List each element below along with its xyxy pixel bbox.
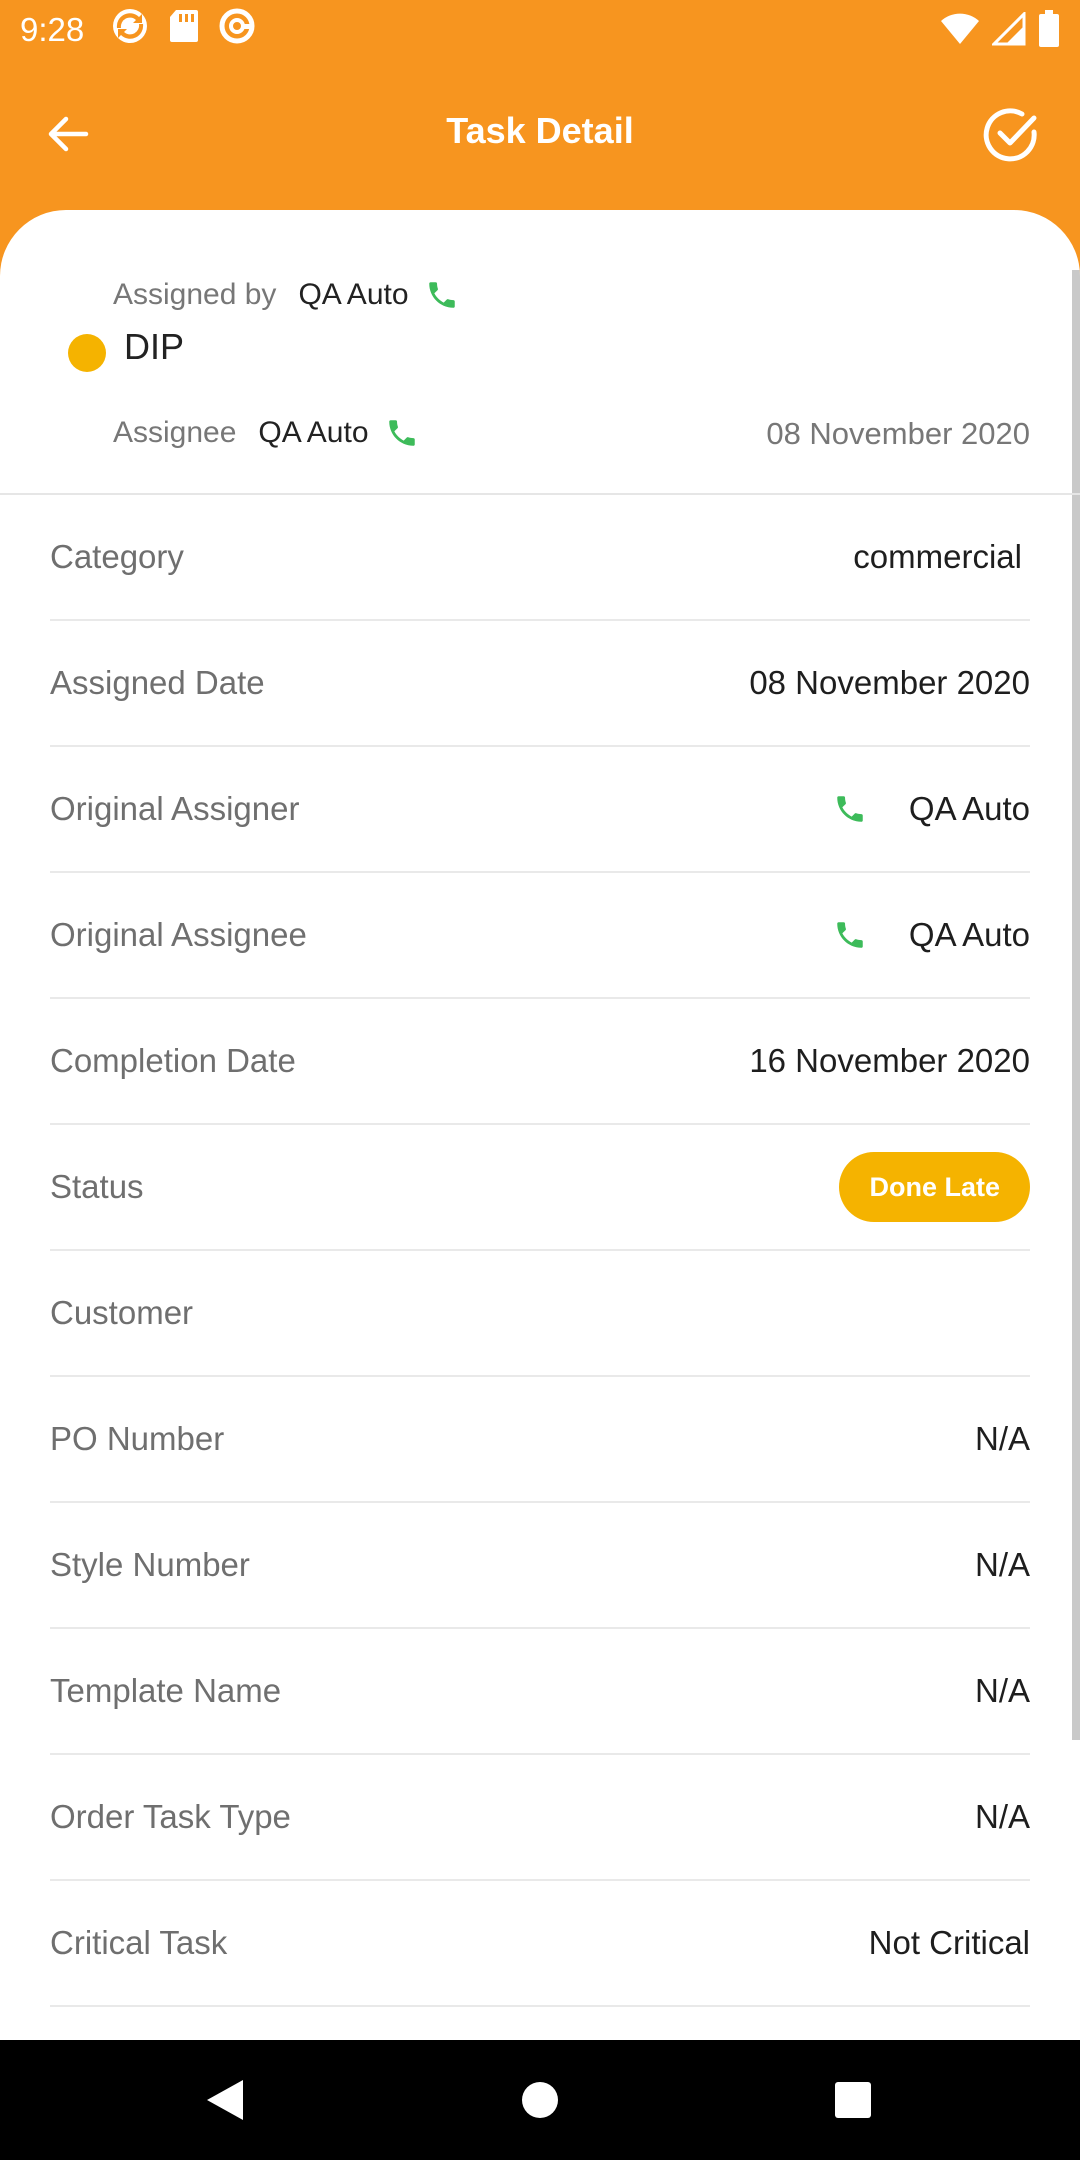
detail-row-status: Status Done Late	[50, 1125, 1030, 1251]
check-circle-icon	[983, 108, 1037, 162]
detail-value: N/A	[974, 1798, 1030, 1835]
status-time: 9:28	[20, 11, 85, 48]
app-bar: Task Detail	[0, 60, 1080, 210]
task-name: DIP	[124, 326, 185, 367]
task-detail-sheet: Assigned by QA Auto DIP Assignee QA Auto…	[0, 210, 1080, 2040]
assigned-by-label: Assigned by	[113, 278, 277, 311]
detail-value: N/A	[974, 1546, 1030, 1583]
detail-value: N/A	[974, 1672, 1030, 1709]
signal-icon	[990, 10, 1026, 54]
detail-label: Original Assigner	[50, 790, 300, 827]
phone-icon[interactable]	[833, 792, 867, 826]
detail-row-po-number: PO Number N/A	[50, 1377, 1030, 1503]
at-sign-icon	[218, 7, 256, 53]
detail-row-original-assigner: Original Assigner QA Auto	[50, 747, 1030, 873]
system-nav-bar	[0, 2040, 1080, 2160]
detail-value: N/A	[974, 1420, 1030, 1457]
detail-value: Not Critical	[868, 1924, 1030, 1961]
detail-row-assigned-date: Assigned Date 08 November 2020	[50, 621, 1030, 747]
battery-icon	[1038, 10, 1060, 56]
detail-value: 08 November 2020	[749, 664, 1030, 701]
detail-value: commercial	[853, 538, 1022, 575]
nav-back-button[interactable]	[205, 2078, 245, 2127]
detail-label: PO Number	[50, 1420, 225, 1457]
status-badge: Done Late	[839, 1152, 1030, 1222]
detail-row-completion-date: Completion Date 16 November 2020	[50, 999, 1030, 1125]
nav-recents-button[interactable]	[834, 2081, 872, 2124]
detail-label: Template Name	[50, 1672, 282, 1709]
nav-home-icon	[522, 2082, 558, 2118]
detail-value: 16 November 2020	[749, 1042, 1030, 1079]
page-title: Task Detail	[446, 110, 634, 151]
task-date: 08 November 2020	[766, 416, 1030, 451]
phone-icon[interactable]	[425, 278, 459, 312]
task-header: Assigned by QA Auto DIP Assignee QA Auto…	[0, 210, 1080, 495]
nav-back-icon	[207, 2080, 243, 2120]
detail-label: Assigned Date	[50, 664, 265, 701]
detail-value: QA Auto	[908, 790, 1030, 827]
assignee-row: Assignee QA Auto	[113, 416, 419, 450]
detail-value-group: QA Auto	[833, 916, 1030, 954]
detail-row-order-task-type: Order Task Type N/A	[50, 1755, 1030, 1881]
detail-label: Style Number	[50, 1546, 250, 1583]
status-bar: 9:28	[0, 0, 1080, 60]
status-dot	[68, 334, 106, 372]
sd-card-icon	[168, 8, 200, 52]
complete-task-button[interactable]	[982, 106, 1040, 164]
detail-label: Order Task Type	[50, 1798, 291, 1835]
nav-recents-icon	[835, 2082, 871, 2118]
detail-row-category: Category commercial	[50, 495, 1030, 621]
detail-row-original-assignee: Original Assignee QA Auto	[50, 873, 1030, 999]
detail-row-customer: Customer	[50, 1251, 1030, 1377]
details-list: Category commercial Assigned Date 08 Nov…	[50, 495, 1030, 2007]
phone-icon[interactable]	[385, 416, 419, 450]
detail-row-template-name: Template Name N/A	[50, 1629, 1030, 1755]
detail-label: Status	[50, 1168, 144, 1205]
assignee-label: Assignee	[113, 416, 237, 449]
detail-label: Original Assignee	[50, 916, 307, 953]
detail-row-critical-task: Critical Task Not Critical	[50, 1881, 1030, 2007]
detail-value: QA Auto	[908, 916, 1030, 953]
wifi-icon	[940, 12, 980, 54]
detail-row-style-number: Style Number N/A	[50, 1503, 1030, 1629]
sync-icon	[110, 6, 150, 54]
phone-icon[interactable]	[833, 918, 867, 952]
nav-home-button[interactable]	[521, 2081, 559, 2124]
detail-value-group: QA Auto	[833, 790, 1030, 828]
assignee-value: QA Auto	[258, 416, 369, 449]
detail-label: Customer	[50, 1294, 194, 1331]
detail-label: Category	[50, 538, 184, 575]
assigned-by-row: Assigned by QA Auto	[113, 278, 459, 312]
assigned-by-value: QA Auto	[298, 278, 409, 311]
detail-label: Critical Task	[50, 1924, 228, 1961]
detail-label: Completion Date	[50, 1042, 296, 1079]
